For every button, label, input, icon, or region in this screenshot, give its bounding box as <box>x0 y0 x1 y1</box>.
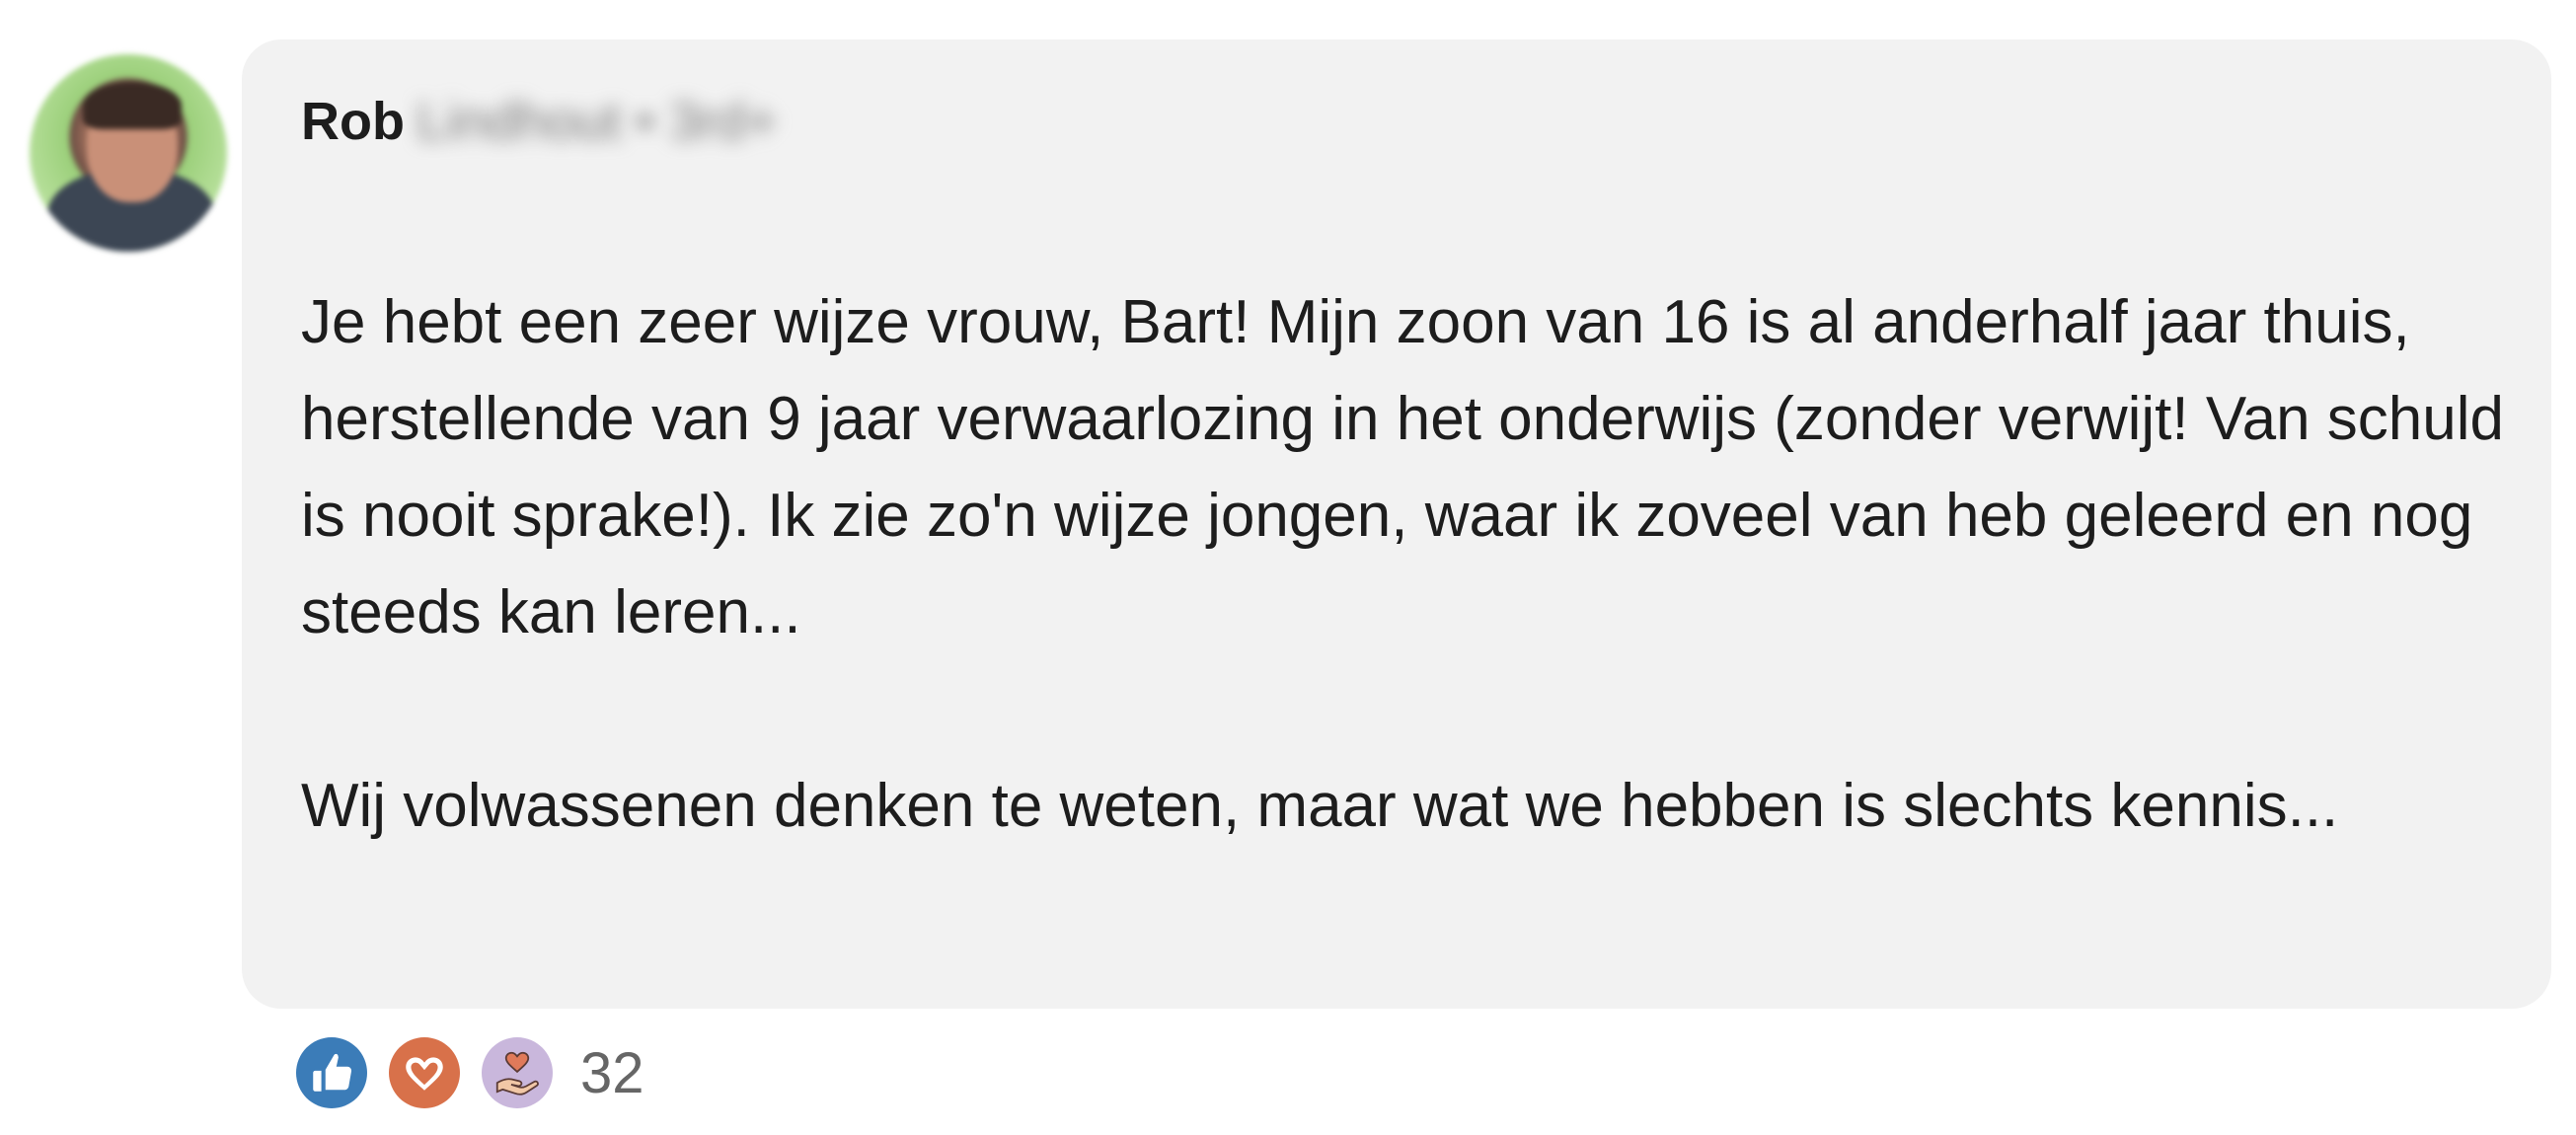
comment-paragraph: Je hebt een zeer wijze vrouw, Bart! Mijn… <box>301 288 2504 646</box>
comment-paragraph: Wij volwassenen denken te weten, maar wa… <box>301 772 2339 840</box>
author-blurred-details: Lindhout • 3rd+ <box>416 92 778 151</box>
author-first-name[interactable]: Rob <box>301 91 405 152</box>
avatar-hair <box>83 82 182 129</box>
support-icon[interactable] <box>482 1037 553 1108</box>
reactions-bar[interactable]: 32 <box>296 1036 644 1109</box>
like-icon[interactable] <box>296 1037 367 1108</box>
author-avatar[interactable] <box>30 54 227 252</box>
author-name[interactable]: Rob Lindhout • 3rd+ <box>301 87 778 156</box>
comment: Rob Lindhout • 3rd+ Je hebt een zeer wij… <box>0 0 2576 1135</box>
comment-text: Je hebt een zeer wijze vrouw, Bart! Mijn… <box>301 274 2522 855</box>
love-icon[interactable] <box>389 1037 460 1108</box>
reaction-count[interactable]: 32 <box>580 1040 644 1106</box>
